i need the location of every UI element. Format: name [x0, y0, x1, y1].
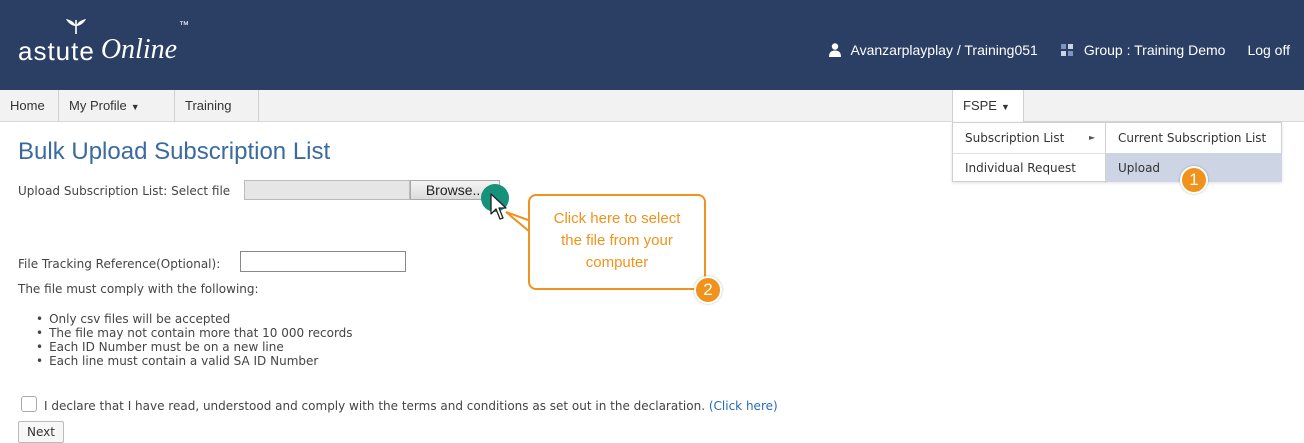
- chevron-down-icon: ▼: [1000, 102, 1010, 112]
- declaration-row: I declare that I have read, understood a…: [44, 399, 778, 413]
- group-selector[interactable]: Group : Training Demo: [1060, 42, 1226, 58]
- nav-home[interactable]: Home: [0, 90, 59, 122]
- comply-text: The file must comply with the following:: [18, 282, 259, 296]
- step-badge-2: 2: [694, 276, 722, 304]
- logo-text-main: astute: [18, 35, 95, 66]
- list-item: Only csv files will be accepted: [38, 312, 353, 326]
- nav-my-profile[interactable]: My Profile ▼: [59, 90, 175, 122]
- sprout-icon: [66, 19, 86, 34]
- main-nav: Home My Profile ▼ Training FSPE ▼: [0, 90, 1304, 123]
- tooltip-callout: Click here to select the file from your …: [528, 194, 706, 290]
- file-path-field[interactable]: [244, 180, 410, 200]
- user-icon: [828, 43, 841, 57]
- top-header: astute Online ™ Avanzarplayplay / Traini…: [0, 0, 1304, 90]
- next-button[interactable]: Next: [18, 421, 64, 443]
- logo-text-script: Online: [100, 34, 178, 65]
- group-icon: [1060, 44, 1073, 56]
- logoff-link[interactable]: Log off: [1247, 42, 1290, 58]
- astute-online-logo[interactable]: astute Online ™: [18, 18, 189, 68]
- ref-label: File Tracking Reference(Optional):: [18, 257, 221, 271]
- declaration-checkbox[interactable]: [21, 396, 37, 412]
- file-tracking-reference-input[interactable]: [240, 251, 406, 272]
- group-name: Group : Training Demo: [1083, 42, 1226, 58]
- page-title: Bulk Upload Subscription List: [18, 138, 331, 165]
- menu-item-subscription-list[interactable]: Subscription List ►: [953, 123, 1105, 153]
- logo-trademark: ™: [179, 20, 190, 31]
- upload-label: Upload Subscription List: Select file: [18, 184, 231, 198]
- step-badge-1: 1: [1180, 166, 1208, 194]
- declaration-link[interactable]: (Click here): [709, 399, 778, 413]
- chevron-down-icon: ▼: [130, 102, 140, 112]
- rules-list: Only csv files will be accepted The file…: [38, 312, 353, 368]
- menu-item-individual-request[interactable]: Individual Request: [953, 153, 1105, 183]
- nav-training[interactable]: Training: [175, 90, 259, 122]
- fspe-dropdown-menu: Subscription List ► Individual Request C…: [952, 122, 1282, 183]
- menu-item-current-subscription-list[interactable]: Current Subscription List: [1106, 123, 1282, 153]
- nav-fspe[interactable]: FSPE ▼: [952, 90, 1024, 123]
- mouse-pointer-icon: [490, 193, 507, 220]
- declaration-text: I declare that I have read, understood a…: [44, 399, 706, 413]
- header-user-area: Avanzarplayplay / Training051 Group : Tr…: [828, 42, 1290, 58]
- user-name: Avanzarplayplay / Training051: [850, 42, 1038, 58]
- chevron-right-icon: ►: [1089, 133, 1096, 142]
- user-account[interactable]: Avanzarplayplay / Training051: [828, 42, 1038, 58]
- list-item: Each line must contain a valid SA ID Num…: [38, 354, 353, 368]
- list-item: Each ID Number must be on a new line: [38, 340, 353, 354]
- callout-text: Click here to select the file from your …: [553, 210, 681, 271]
- list-item: The file may not contain more that 10 00…: [38, 326, 352, 340]
